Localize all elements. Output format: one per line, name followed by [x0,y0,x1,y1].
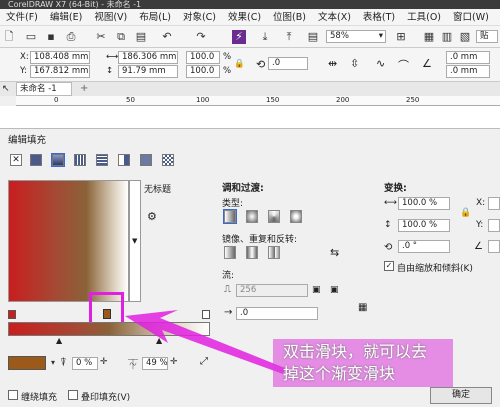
callout-text: 双击滑块，就可以去 掉这个渐变滑块 [283,341,427,385]
overprint-label: 叠印填充(V) [81,393,131,403]
callout-line-2: 掉这个渐变滑块 [283,364,396,383]
callout-line-1: 双击滑块，就可以去 [283,342,428,361]
wrap-fill-label: 缠绕填充 [21,393,58,403]
ok-button[interactable]: 确定 [430,387,492,404]
wrap-fill-checkbox[interactable] [8,390,18,400]
arrow-shape [125,310,285,374]
overprint-checkbox[interactable] [68,390,78,400]
